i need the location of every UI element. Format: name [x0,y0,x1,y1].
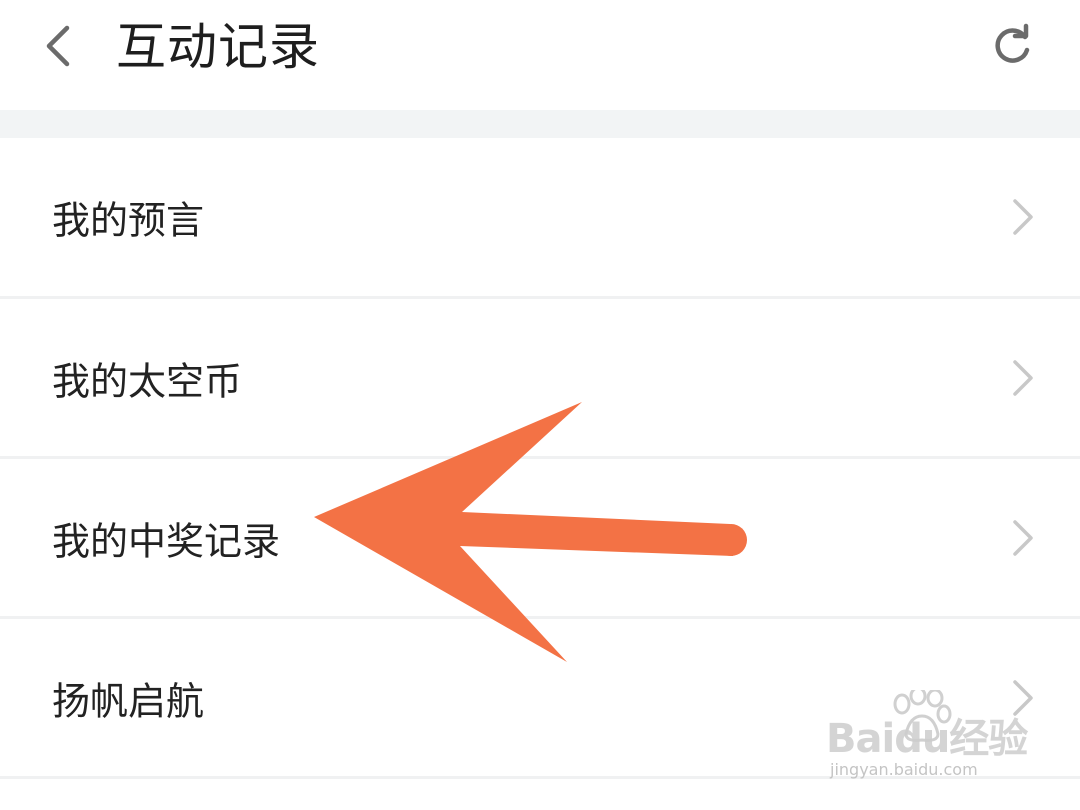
app-header: 互动记录 [0,0,1080,110]
chevron-left-icon [46,25,70,67]
watermark-url: jingyan.baidu.com [830,760,978,779]
list-item-my-predictions[interactable]: 我的预言 [0,138,1080,299]
chevron-right-icon [1013,199,1033,235]
interaction-list: 我的预言 我的太空币 我的中奖记录 扬帆启航 [0,138,1080,779]
section-separator [0,110,1080,138]
page-title: 互动记录 [116,18,320,76]
chevron-right-icon [1013,519,1033,556]
baidu-jingyan-watermark: Baidu经验 jingyan.baidu.com [826,690,1036,790]
list-item-label: 我的预言 [52,198,205,243]
list-item-label: 扬帆启航 [52,679,205,723]
back-button[interactable] [30,18,86,74]
watermark-brand: Baidu经验 [826,716,1028,762]
list-item-my-space-coins[interactable]: 我的太空币 [0,299,1080,459]
refresh-button[interactable] [982,16,1042,76]
list-item-my-prize-records[interactable]: 我的中奖记录 [0,459,1080,619]
list-item-label: 我的中奖记录 [52,519,281,563]
chevron-right-icon [1013,359,1033,396]
list-item-label: 我的太空币 [52,359,243,403]
refresh-icon [995,23,1030,63]
